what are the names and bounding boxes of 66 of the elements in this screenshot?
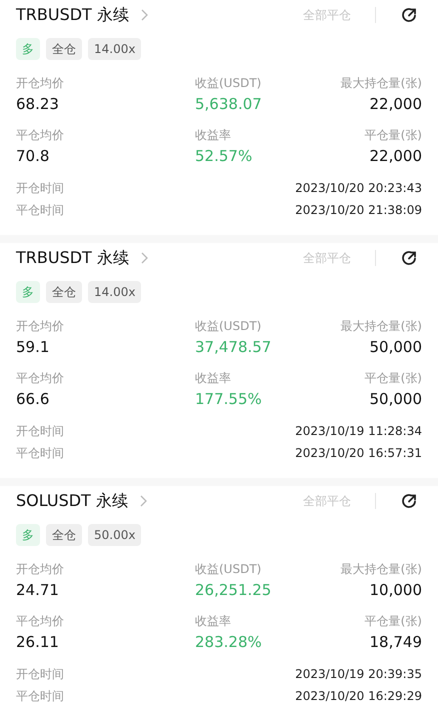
stat-value: 26,251.25	[195, 580, 272, 601]
stat-label: 平仓量(张)	[364, 127, 422, 144]
time-label: 平仓时间	[16, 202, 64, 219]
time-value: 2023/10/20 21:38:09	[295, 202, 422, 219]
contract-title[interactable]: TRBUSDT 永续	[16, 246, 129, 270]
stat-value: 5,638.07	[195, 94, 262, 115]
share-icon[interactable]	[400, 249, 418, 267]
stat-value: 177.55%	[195, 389, 262, 410]
time-value: 2023/10/20 16:29:29	[295, 688, 422, 705]
stat-label: 收益率	[195, 370, 231, 387]
position-tag: 多	[16, 38, 40, 60]
stat-value: 283.28%	[195, 632, 262, 653]
stat-label: 平仓量(张)	[364, 370, 422, 387]
stat-value: 24.71	[16, 580, 59, 601]
stat-label: 收益(USDT)	[195, 75, 262, 92]
stat-value: 68.23	[16, 94, 59, 115]
stat-label: 平仓量(张)	[364, 613, 422, 630]
stat-value: 10,000	[370, 580, 422, 601]
time-label: 开仓时间	[16, 666, 64, 683]
stat-value: 50,000	[370, 337, 422, 358]
stat-label: 开仓均价	[16, 75, 64, 92]
contract-title[interactable]: SOLUSDT 永续	[16, 489, 128, 513]
stat-value: 66.6	[16, 389, 50, 410]
stat-label: 收益率	[195, 127, 231, 144]
stat-value: 52.57%	[195, 146, 252, 167]
stat-label: 最大持仓量(张)	[340, 75, 422, 92]
position-tag: 全仓	[46, 524, 82, 546]
stat-value: 70.8	[16, 146, 50, 167]
stat-label: 收益(USDT)	[195, 561, 262, 578]
position-tag: 全仓	[46, 281, 82, 303]
position-tag: 多	[16, 524, 40, 546]
stat-value: 18,749	[370, 632, 422, 653]
stat-label: 最大持仓量(张)	[340, 318, 422, 335]
stat-label: 最大持仓量(张)	[340, 561, 422, 578]
position-tag: 全仓	[46, 38, 82, 60]
stat-value: 22,000	[370, 94, 422, 115]
stat-label: 开仓均价	[16, 561, 64, 578]
stat-value: 59.1	[16, 337, 50, 358]
time-label: 开仓时间	[16, 180, 64, 197]
time-value: 2023/10/19 20:39:35	[295, 666, 422, 683]
stat-label: 平仓均价	[16, 370, 64, 387]
stat-value: 50,000	[370, 389, 422, 410]
chevron-right-icon	[140, 495, 147, 507]
stat-value: 22,000	[370, 146, 422, 167]
stat-value: 37,478.57	[195, 337, 272, 358]
share-icon[interactable]	[400, 492, 418, 510]
time-value: 2023/10/20 16:57:31	[295, 445, 422, 462]
chevron-right-icon	[140, 9, 148, 21]
position-tag: 14.00x	[88, 281, 142, 303]
position-tag: 50.00x	[88, 524, 142, 546]
stat-label: 平仓均价	[16, 613, 64, 630]
chevron-right-icon	[140, 252, 148, 264]
stat-label: 开仓均价	[16, 318, 64, 335]
time-label: 开仓时间	[16, 423, 64, 440]
stat-label: 收益(USDT)	[195, 318, 262, 335]
position-tag: 多	[16, 281, 40, 303]
contract-title[interactable]: TRBUSDT 永续	[16, 3, 129, 27]
position-tag: 14.00x	[88, 38, 142, 60]
time-value: 2023/10/19 11:28:34	[295, 423, 422, 440]
time-label: 平仓时间	[16, 445, 64, 462]
time-value: 2023/10/20 20:23:43	[295, 180, 422, 197]
stat-label: 平仓均价	[16, 127, 64, 144]
share-icon[interactable]	[400, 6, 418, 24]
stat-label: 收益率	[195, 613, 231, 630]
time-label: 平仓时间	[16, 688, 64, 705]
stat-value: 26.11	[16, 632, 59, 653]
